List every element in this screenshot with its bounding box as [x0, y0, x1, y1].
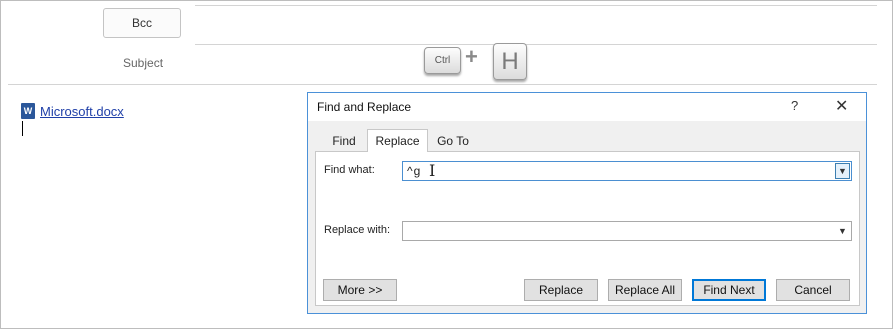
- find-next-button[interactable]: Find Next: [692, 279, 766, 301]
- chevron-down-icon[interactable]: ▼: [835, 163, 850, 179]
- body-text-caret: [22, 121, 23, 136]
- find-replace-dialog: Find and Replace ? ✕ Find Go To Find wha…: [307, 92, 867, 314]
- help-button[interactable]: ?: [791, 98, 798, 113]
- tab-go-to[interactable]: Go To: [433, 131, 473, 151]
- replace-with-input[interactable]: ▼: [402, 221, 852, 241]
- i-beam-cursor-icon: I: [429, 161, 436, 180]
- find-what-label: Find what:: [324, 164, 375, 176]
- subject-field-line: [195, 44, 877, 45]
- more-button[interactable]: More >>: [323, 279, 397, 301]
- close-button[interactable]: ✕: [835, 96, 848, 116]
- tab-replace[interactable]: Replace: [367, 129, 428, 152]
- subject-label: Subject: [123, 56, 164, 70]
- attachment-link[interactable]: Microsoft.docx: [40, 104, 124, 119]
- word-document-icon: W: [21, 103, 35, 119]
- ctrl-key: Ctrl: [424, 47, 461, 74]
- bcc-button[interactable]: Bcc: [103, 8, 181, 38]
- replace-button[interactable]: Replace: [524, 279, 598, 301]
- header-divider: [8, 84, 877, 85]
- chevron-down-icon[interactable]: ▼: [835, 223, 850, 239]
- find-what-input[interactable]: ^g I ▼: [402, 161, 852, 181]
- bcc-field-line: [195, 5, 877, 6]
- dialog-titlebar: Find and Replace ? ✕: [308, 93, 866, 121]
- dialog-title: Find and Replace: [317, 100, 412, 114]
- tab-find[interactable]: Find: [322, 131, 366, 151]
- replace-with-label: Replace with:: [324, 224, 391, 236]
- plus-sign: +: [465, 44, 478, 69]
- h-key: H: [493, 43, 527, 80]
- cancel-button[interactable]: Cancel: [776, 279, 850, 301]
- replace-all-button[interactable]: Replace All: [608, 279, 682, 301]
- find-what-value: ^g: [407, 164, 422, 178]
